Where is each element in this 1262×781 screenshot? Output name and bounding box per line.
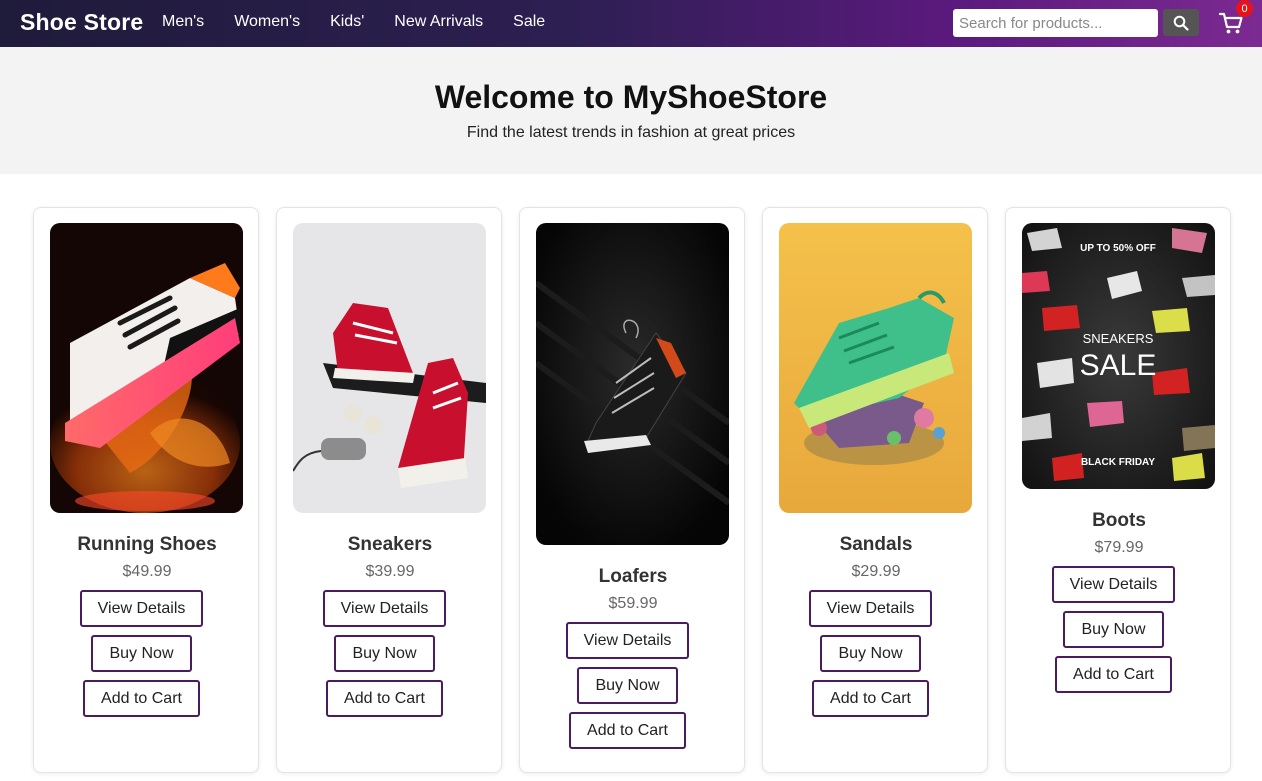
buy-now-button[interactable]: Buy Now — [820, 635, 921, 672]
buy-now-button[interactable]: Buy Now — [577, 667, 678, 704]
nav-links: Men's Women's Kids' New Arrivals Sale — [162, 13, 575, 31]
navbar: Shoe Store Men's Women's Kids' New Arriv… — [0, 0, 1262, 47]
product-card: Sandals $29.99 View Details Buy Now Add … — [762, 207, 988, 773]
hero-subtitle: Find the latest trends in fashion at gre… — [466, 124, 796, 141]
product-name: Running Shoes — [77, 534, 217, 555]
promo-bottom-text: BLACK FRIDAY — [1081, 457, 1155, 468]
buy-now-button[interactable]: Buy Now — [1063, 611, 1164, 648]
product-image-loafers[interactable] — [536, 223, 729, 545]
view-details-button[interactable]: View Details — [1052, 566, 1175, 603]
promo-top-text: UP TO 50% OFF — [1080, 243, 1156, 254]
product-name: Loafers — [598, 566, 668, 587]
hero-banner: Welcome to MyShoeStore Find the latest t… — [0, 47, 1262, 174]
product-card: Loafers $59.99 View Details Buy Now Add … — [519, 207, 745, 773]
search-icon — [1173, 15, 1189, 31]
product-name: Sneakers — [347, 534, 433, 555]
product-card: UP TO 50% OFF SNEAKERS SALE BLACK FRIDAY… — [1005, 207, 1231, 773]
buy-now-button[interactable]: Buy Now — [91, 635, 192, 672]
search-button[interactable] — [1163, 9, 1199, 36]
product-price: $29.99 — [851, 563, 901, 580]
product-card: Running Shoes $49.99 View Details Buy No… — [33, 207, 259, 773]
view-details-button[interactable]: View Details — [80, 590, 203, 627]
view-details-button[interactable]: View Details — [323, 590, 446, 627]
product-image-sneakers[interactable] — [293, 223, 486, 513]
nav-link-new-arrivals[interactable]: New Arrivals — [394, 13, 483, 31]
promo-line1-text: SNEAKERS — [1083, 331, 1154, 346]
nav-link-kids[interactable]: Kids' — [330, 13, 364, 31]
add-to-cart-button[interactable]: Add to Cart — [1055, 656, 1172, 693]
nav-link-womens[interactable]: Women's — [234, 13, 300, 31]
view-details-button[interactable]: View Details — [809, 590, 932, 627]
add-to-cart-button[interactable]: Add to Cart — [569, 712, 686, 749]
add-to-cart-button[interactable]: Add to Cart — [326, 680, 443, 717]
product-price: $79.99 — [1094, 539, 1144, 556]
view-details-button[interactable]: View Details — [566, 622, 689, 659]
product-price: $39.99 — [365, 563, 415, 580]
cart-count-badge: 0 — [1236, 0, 1253, 17]
product-image-sandals[interactable] — [779, 223, 972, 513]
add-to-cart-button[interactable]: Add to Cart — [83, 680, 200, 717]
product-card: Sneakers $39.99 View Details Buy Now Add… — [276, 207, 502, 773]
brand-logo[interactable]: Shoe Store — [20, 9, 143, 36]
product-name: Sandals — [839, 534, 913, 555]
search-input[interactable] — [953, 9, 1158, 37]
product-name: Boots — [1092, 510, 1146, 531]
add-to-cart-button[interactable]: Add to Cart — [812, 680, 929, 717]
product-image-boots[interactable]: UP TO 50% OFF SNEAKERS SALE BLACK FRIDAY — [1022, 223, 1215, 489]
product-price: $49.99 — [122, 563, 172, 580]
product-price: $59.99 — [608, 595, 658, 612]
nav-link-sale[interactable]: Sale — [513, 13, 545, 31]
hero-title: Welcome to MyShoeStore — [434, 79, 828, 115]
buy-now-button[interactable]: Buy Now — [334, 635, 435, 672]
promo-line2-text: SALE — [1080, 349, 1157, 382]
nav-link-mens[interactable]: Men's — [162, 13, 204, 31]
product-image-running-shoes[interactable] — [50, 223, 243, 513]
